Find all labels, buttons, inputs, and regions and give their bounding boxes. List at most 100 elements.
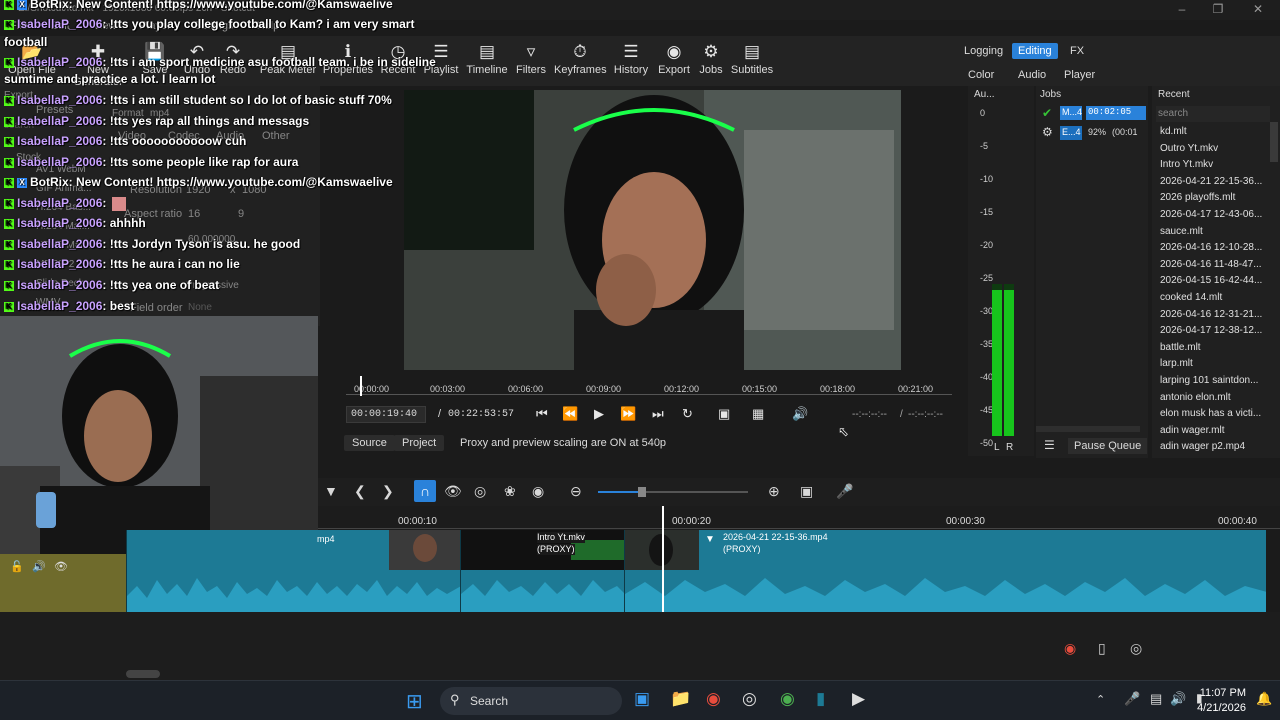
timeline-clip[interactable]: mp4 xyxy=(126,530,460,612)
clock-date[interactable]: 4/21/2026 xyxy=(1190,702,1246,714)
recent-item[interactable]: adin wager.mlt xyxy=(1160,425,1224,436)
layout-player[interactable]: Player xyxy=(1058,67,1101,83)
fast-forward-icon[interactable]: ⏩ xyxy=(620,406,636,422)
store-icon[interactable]: ▣ xyxy=(634,689,650,709)
zoom-fit-icon[interactable]: ▣ xyxy=(718,406,730,422)
timeline-menu-icon[interactable]: ▼ xyxy=(324,483,338,499)
layout-logging[interactable]: Logging xyxy=(958,43,1009,59)
minimize-button[interactable]: – xyxy=(1172,2,1192,16)
record-audio-icon[interactable]: 🎤 xyxy=(836,483,853,500)
next-icon[interactable]: ❯ xyxy=(382,483,394,500)
obs-icon[interactable]: ◎ xyxy=(742,689,757,709)
timeline-button[interactable]: ▤ Timeline xyxy=(466,40,508,76)
recent-item[interactable]: larp.mlt xyxy=(1160,358,1193,369)
skip-to-end-icon[interactable]: ⏭ xyxy=(652,406,664,422)
pause-queue-button[interactable]: Pause Queue xyxy=(1068,438,1148,454)
ripple-all-icon[interactable]: ❀ xyxy=(504,483,516,500)
tab-source[interactable]: Source xyxy=(344,435,395,451)
rewind-icon[interactable]: ⏪ xyxy=(562,406,578,422)
current-timecode[interactable]: 00:00:19:40 xyxy=(346,406,426,423)
clock-time[interactable]: 11:07 PM xyxy=(1198,687,1246,699)
jobs-menu-icon[interactable]: ☰ xyxy=(1044,438,1055,452)
lock-icon[interactable]: 🔓 xyxy=(10,560,24,573)
job-row[interactable]: ⚙ E...4 92% (00:01 xyxy=(1038,124,1146,142)
media-player-icon[interactable]: ▶ xyxy=(852,689,865,709)
timeline-clip[interactable]: Intro Yt.mkv (PROXY) xyxy=(460,530,624,612)
recent-item[interactable]: adin wager p2.mp4 xyxy=(1160,441,1245,452)
timeline-ruler[interactable]: 00:00:10 00:00:20 00:00:30 00:00:40 xyxy=(318,506,1280,530)
scrub-icon[interactable]: 👁 xyxy=(444,483,462,500)
zoom-fit-timeline-icon[interactable]: ▣ xyxy=(800,483,813,500)
layout-editing[interactable]: Editing xyxy=(1012,43,1058,59)
jobs-scrollbar[interactable] xyxy=(1036,426,1140,432)
recent-item[interactable]: 2026-04-17 12-38-12... xyxy=(1160,325,1262,336)
recent-item[interactable]: 2026-04-17 12-43-06... xyxy=(1160,209,1262,220)
visibility-icon[interactable]: 👁 xyxy=(54,560,68,573)
recent-item[interactable]: 2026-04-15 16-42-44... xyxy=(1160,275,1262,286)
recent-item[interactable]: cooked 14.mlt xyxy=(1160,292,1222,303)
subtitles-button[interactable]: ▤ Subtitles xyxy=(730,40,774,76)
snap-icon[interactable]: ∩ xyxy=(414,480,436,502)
skip-to-start-icon[interactable]: ⏮ xyxy=(536,406,548,422)
export-button[interactable]: ◉ Export xyxy=(656,40,692,76)
layout-color[interactable]: Color xyxy=(962,67,1000,83)
volume-icon[interactable]: 🔊 xyxy=(792,406,808,422)
zoom-out-icon[interactable]: ⊖ xyxy=(570,483,582,500)
previous-icon[interactable]: ❮ xyxy=(354,483,366,500)
ripple-markers-icon[interactable]: ◉ xyxy=(532,483,544,500)
recent-item[interactable]: kd.mlt xyxy=(1160,126,1187,137)
ripple-icon[interactable]: ◎ xyxy=(474,483,486,500)
network-icon[interactable]: ▤ xyxy=(1150,691,1162,707)
layout-fx[interactable]: FX xyxy=(1064,43,1090,59)
obs-tray-icon[interactable]: ◎ xyxy=(1130,640,1142,657)
recent-item[interactable]: sauce.mlt xyxy=(1160,226,1203,237)
recent-item[interactable]: Intro Yt.mkv xyxy=(1160,159,1213,170)
timeline-scrollbar[interactable] xyxy=(126,670,160,678)
recent-item[interactable]: 2026-04-16 12-31-21... xyxy=(1160,309,1262,320)
usb-tray-icon[interactable]: ▯ xyxy=(1098,640,1106,657)
microphone-icon[interactable]: 🎤 xyxy=(1124,691,1140,707)
notifications-icon[interactable]: 🔔 xyxy=(1256,691,1272,707)
chrome-tray-icon[interactable]: ◉ xyxy=(1064,640,1076,657)
recent-item[interactable]: 2026-04-16 11-48-47... xyxy=(1160,259,1262,270)
player-playhead[interactable] xyxy=(360,376,362,396)
play-icon[interactable]: ▶ xyxy=(594,406,604,422)
recent-item[interactable]: antonio elon.mlt xyxy=(1160,392,1231,403)
zoom-slider-handle[interactable] xyxy=(638,487,646,497)
grid-icon[interactable]: ▦ xyxy=(752,406,764,422)
job-row[interactable]: ✔ M...4 00:02:05 xyxy=(1038,104,1146,122)
recent-item[interactable]: elon musk has a victi... xyxy=(1160,408,1261,419)
history-button[interactable]: ☰ History xyxy=(612,40,650,76)
track-header[interactable]: 🔓 🔊 👁 xyxy=(0,554,126,612)
recent-scrollbar[interactable] xyxy=(1270,122,1278,162)
recent-item[interactable]: 2026-04-16 12-10-28... xyxy=(1160,242,1262,253)
recent-item[interactable]: Outro Yt.mkv xyxy=(1160,143,1218,154)
zoom-slider[interactable] xyxy=(598,487,748,497)
tab-project[interactable]: Project xyxy=(394,435,445,451)
zoom-in-icon[interactable]: ⊕ xyxy=(768,483,780,500)
video-player[interactable] xyxy=(404,90,901,370)
close-button[interactable]: ✕ xyxy=(1248,2,1268,16)
mute-icon[interactable]: 🔊 xyxy=(32,560,46,573)
tray-overflow-icon[interactable]: ⌃ xyxy=(1096,693,1105,706)
recent-search-input[interactable]: search xyxy=(1156,106,1270,122)
recent-item[interactable]: 2026 playoffs.mlt xyxy=(1160,192,1235,203)
player-ruler[interactable]: 00:00:00 00:03:00 00:06:00 00:09:00 00:1… xyxy=(346,376,952,400)
keyframes-button[interactable]: ⏱ Keyframes xyxy=(554,40,607,76)
windows-start-icon[interactable]: ⊞ xyxy=(406,689,423,714)
recent-item[interactable]: larping 101 saintdon... xyxy=(1160,375,1258,386)
file-explorer-icon[interactable]: 📁 xyxy=(670,689,691,709)
layout-audio[interactable]: Audio xyxy=(1012,67,1052,83)
volume-tray-icon[interactable]: 🔊 xyxy=(1170,691,1186,707)
loop-icon[interactable]: ↻ xyxy=(682,406,693,422)
filters-button[interactable]: ▿ Filters xyxy=(514,40,548,76)
timeline-clip[interactable]: ▼ 2026-04-21 22-15-36.mp4 (PROXY) xyxy=(624,530,1266,612)
maximize-button[interactable]: ❐ xyxy=(1208,2,1228,16)
jobs-button[interactable]: ⚙ Jobs xyxy=(698,40,724,76)
recent-item[interactable]: battle.mlt xyxy=(1160,342,1201,353)
taskbar-search-box[interactable]: ⚲ Search xyxy=(440,687,622,715)
chrome-profile-icon[interactable]: ◉ xyxy=(780,689,795,709)
shotcut-icon[interactable]: ▮ xyxy=(816,689,825,709)
recent-item[interactable]: 2026-04-21 22-15-36... xyxy=(1160,176,1262,187)
chrome-icon[interactable]: ◉ xyxy=(706,689,721,709)
